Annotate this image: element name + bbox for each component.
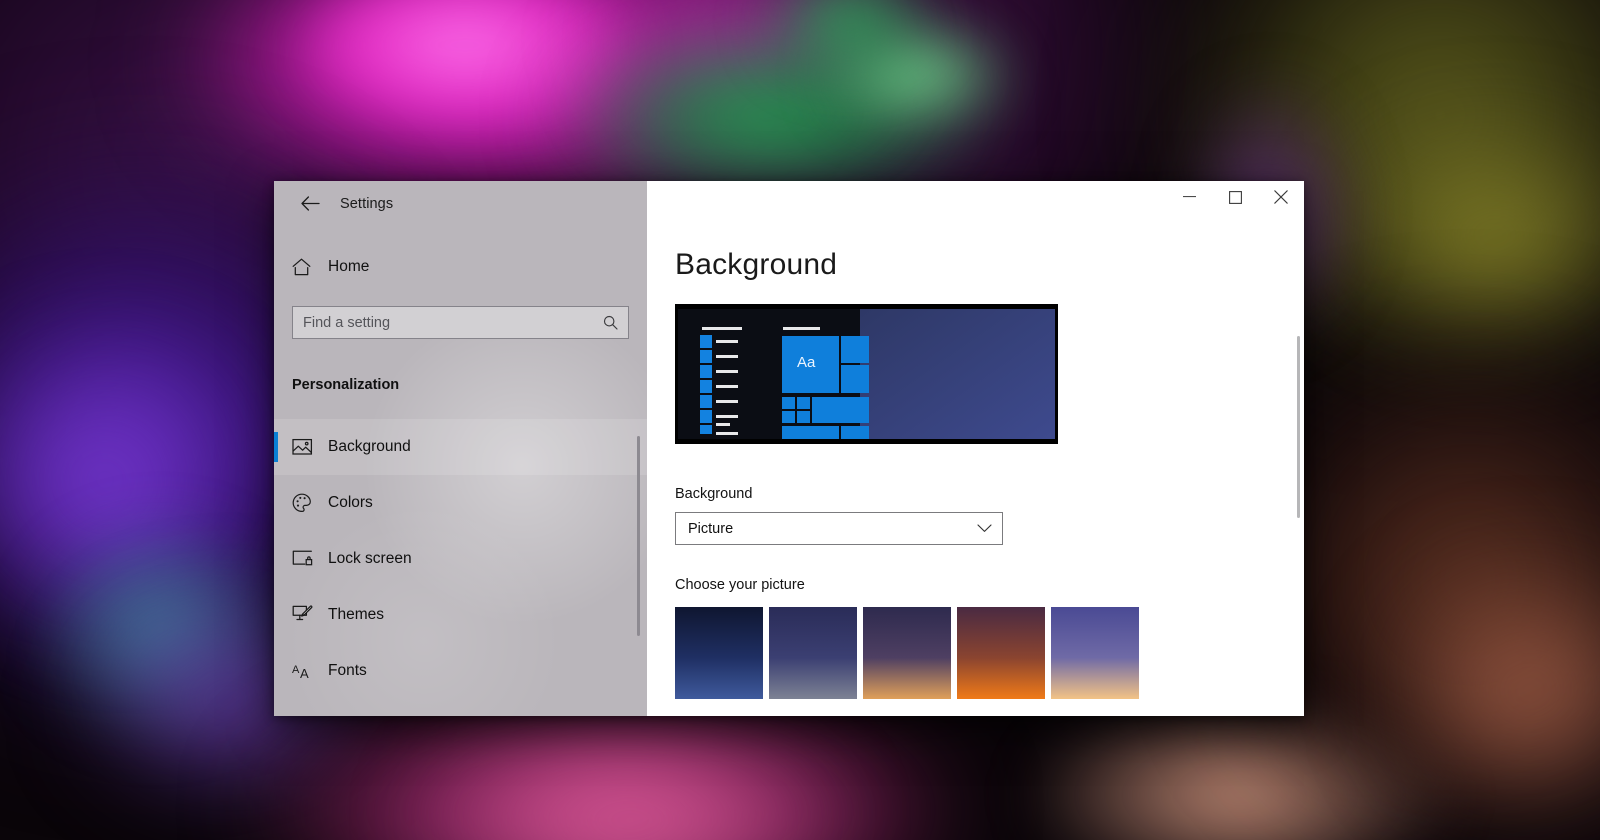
back-arrow-icon xyxy=(301,196,320,211)
picture-thumbnail-list xyxy=(675,607,1304,699)
home-icon xyxy=(292,258,324,276)
sidebar-item-fonts-label: Fonts xyxy=(328,662,367,680)
sidebar-item-background-label: Background xyxy=(328,438,411,456)
sidebar-item-themes-label: Themes xyxy=(328,606,384,624)
chevron-down-icon xyxy=(977,524,992,533)
content-pane: Background xyxy=(647,181,1304,716)
navigation-pane: Settings Home Perso xyxy=(274,181,647,716)
sidebar-item-fonts[interactable]: A A Fonts xyxy=(274,643,647,699)
close-icon xyxy=(1274,190,1288,204)
page-title: Background xyxy=(675,248,1304,282)
maximize-icon xyxy=(1229,191,1242,204)
sidebar-item-themes[interactable]: Themes xyxy=(274,587,647,643)
sidebar-item-background[interactable]: Background xyxy=(274,419,647,475)
search-input[interactable] xyxy=(303,315,603,331)
section-title: Personalization xyxy=(292,377,647,393)
themes-brush-icon xyxy=(292,605,326,625)
preview-aa-label: Aa xyxy=(797,354,815,371)
sidebar-scrollbar[interactable] xyxy=(637,436,640,636)
wallpaper-thumb-1[interactable] xyxy=(675,607,763,699)
fonts-aa-icon: A A xyxy=(292,662,326,681)
sidebar-nav-list: Background Colors xyxy=(274,419,647,699)
preview-desktop-area xyxy=(860,309,1055,439)
minimize-button[interactable] xyxy=(1166,181,1212,213)
app-title: Settings xyxy=(340,196,393,212)
sidebar-item-colors[interactable]: Colors xyxy=(274,475,647,531)
preview-start-menu: Aa xyxy=(678,309,860,439)
wallpaper-thumb-2[interactable] xyxy=(769,607,857,699)
sidebar-item-home[interactable]: Home xyxy=(274,244,647,290)
sidebar-item-home-label: Home xyxy=(328,258,369,276)
background-setting-label: Background xyxy=(675,486,1304,502)
desktop-preview: Aa xyxy=(675,304,1058,444)
background-type-dropdown[interactable]: Picture xyxy=(675,512,1003,545)
background-type-value: Picture xyxy=(688,521,733,537)
titlebar-right xyxy=(647,181,1304,226)
sidebar-item-colors-label: Colors xyxy=(328,494,373,512)
palette-icon xyxy=(292,493,326,513)
maximize-button[interactable] xyxy=(1212,181,1258,213)
search-icon xyxy=(603,315,618,330)
wallpaper-thumb-5[interactable] xyxy=(1051,607,1139,699)
wallpaper-thumb-4[interactable] xyxy=(957,607,1045,699)
titlebar-left: Settings xyxy=(274,181,647,226)
picture-icon xyxy=(292,438,326,456)
back-button[interactable] xyxy=(286,186,334,222)
svg-text:A: A xyxy=(300,666,309,681)
content-scrollbar[interactable] xyxy=(1297,336,1300,518)
choose-picture-label: Choose your picture xyxy=(675,577,1304,593)
minimize-icon xyxy=(1183,196,1196,198)
close-button[interactable] xyxy=(1258,181,1304,213)
sidebar-item-lock-screen[interactable]: Lock screen xyxy=(274,531,647,587)
settings-window: Settings Home Perso xyxy=(274,181,1304,716)
wallpaper-thumb-3[interactable] xyxy=(863,607,951,699)
search-wrapper xyxy=(292,306,629,339)
lock-screen-icon xyxy=(292,550,326,568)
sidebar-item-lock-screen-label: Lock screen xyxy=(328,550,412,568)
svg-text:A: A xyxy=(292,664,300,676)
search-box[interactable] xyxy=(292,306,629,339)
